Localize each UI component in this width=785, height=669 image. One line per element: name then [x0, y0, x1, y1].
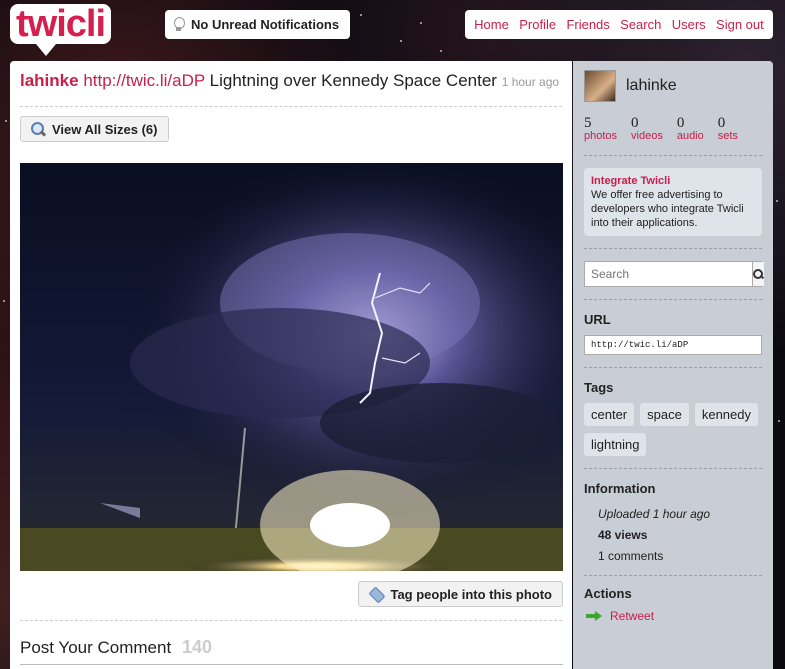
url-heading: URL — [584, 312, 611, 327]
stat-label: photos — [584, 130, 618, 142]
actions-heading: Actions — [584, 586, 632, 601]
char-count: 140 — [181, 637, 212, 657]
nav-profile[interactable]: Profile — [519, 17, 556, 32]
retweet-action[interactable]: Retweet — [584, 609, 762, 623]
lightning-photo-image — [20, 163, 563, 571]
stat-num: 0 — [676, 115, 685, 131]
twicli-logo[interactable]: twicli — [10, 4, 112, 56]
url-field[interactable]: http://twic.li/aDP — [584, 335, 762, 355]
sidebar: lahinke 5 photos 0 videos 0 audio 0 sets… — [573, 61, 773, 669]
post-comment-title: Post Your Comment — [20, 638, 172, 657]
stat-sets[interactable]: 0 sets — [717, 115, 738, 143]
uploaded-time: Uploaded 1 hour ago — [598, 507, 711, 521]
divider — [20, 620, 562, 621]
magnifier-icon — [31, 121, 46, 137]
sidebar-divider — [584, 299, 762, 300]
promo-text: We offer free advertising to developers … — [591, 189, 744, 229]
notifications-button[interactable]: No Unread Notifications — [165, 10, 350, 39]
stat-num: 5 — [584, 115, 592, 131]
sidebar-divider — [584, 248, 762, 249]
view-all-sizes-button[interactable]: View All Sizes (6) — [20, 116, 169, 142]
post-title-line: lahinke http://twic.li/aDP Lightning ove… — [10, 61, 572, 92]
user-stats: 5 photos 0 videos 0 audio 0 sets — [584, 115, 762, 143]
nav-search[interactable]: Search — [620, 17, 661, 32]
view-all-sizes-label: View All Sizes (6) — [52, 121, 158, 137]
sidebar-divider — [584, 367, 762, 368]
stat-audio[interactable]: 0 audio — [676, 115, 704, 143]
post-title: Lightning over Kennedy Space Center — [209, 71, 497, 90]
stat-num: 0 — [631, 115, 639, 131]
post-comment-heading: Post Your Comment 140 — [20, 637, 212, 658]
tag-list: center space kennedy lightning — [584, 403, 762, 456]
sidebar-divider — [584, 155, 762, 156]
tag-people-label: Tag people into this photo — [390, 586, 552, 602]
comment-count: 1 comments — [598, 549, 664, 563]
stat-label: sets — [717, 130, 738, 142]
tag-kennedy[interactable]: kennedy — [694, 403, 758, 426]
promo-box: Integrate Twicli We offer free advertisi… — [584, 168, 762, 236]
main-content: lahinke http://twic.li/aDP Lightning ove… — [10, 61, 572, 669]
stat-videos[interactable]: 0 videos — [631, 115, 663, 143]
stat-label: videos — [631, 130, 663, 142]
top-navigation: Home Profile Friends Search Users Sign o… — [465, 10, 773, 39]
stat-num: 0 — [717, 115, 726, 131]
nav-sign-out[interactable]: Sign out — [716, 17, 764, 32]
post-username[interactable]: lahinke — [20, 71, 79, 90]
sidebar-profile: lahinke — [584, 70, 762, 102]
nav-users[interactable]: Users — [672, 17, 706, 32]
sidebar-search — [584, 261, 764, 287]
view-count: 48 views — [598, 528, 648, 542]
stat-photos[interactable]: 5 photos — [584, 115, 618, 143]
avatar[interactable] — [584, 70, 616, 102]
tag-icon — [369, 587, 384, 602]
tag-lightning[interactable]: lightning — [584, 433, 647, 456]
search-button[interactable] — [752, 262, 764, 286]
sidebar-username[interactable]: lahinke — [626, 77, 677, 95]
post-short-url[interactable]: http://twic.li/aDP — [83, 71, 205, 90]
nav-friends[interactable]: Friends — [566, 17, 609, 32]
search-input[interactable] — [585, 262, 752, 286]
lightbulb-icon — [173, 17, 185, 32]
post-age: 1 hour ago — [501, 75, 560, 89]
tag-center[interactable]: center — [584, 403, 635, 426]
tag-space[interactable]: space — [640, 403, 689, 426]
nav-home[interactable]: Home — [474, 17, 509, 32]
stat-label: audio — [676, 130, 704, 142]
information-heading: Information — [584, 481, 656, 496]
comment-textarea[interactable] — [20, 664, 563, 669]
information-list: Uploaded 1 hour ago 48 views 1 comments — [584, 504, 762, 567]
retweet-arrow-icon — [586, 611, 602, 621]
tag-people-button[interactable]: Tag people into this photo — [358, 581, 563, 607]
tags-heading: Tags — [584, 380, 614, 395]
notifications-label: No Unread Notifications — [191, 17, 340, 32]
sidebar-divider — [584, 575, 762, 576]
search-icon — [753, 268, 764, 280]
main-photo[interactable] — [20, 163, 563, 571]
sidebar-divider — [584, 468, 762, 469]
promo-title[interactable]: Integrate Twicli — [591, 174, 755, 188]
retweet-label: Retweet — [610, 609, 655, 623]
